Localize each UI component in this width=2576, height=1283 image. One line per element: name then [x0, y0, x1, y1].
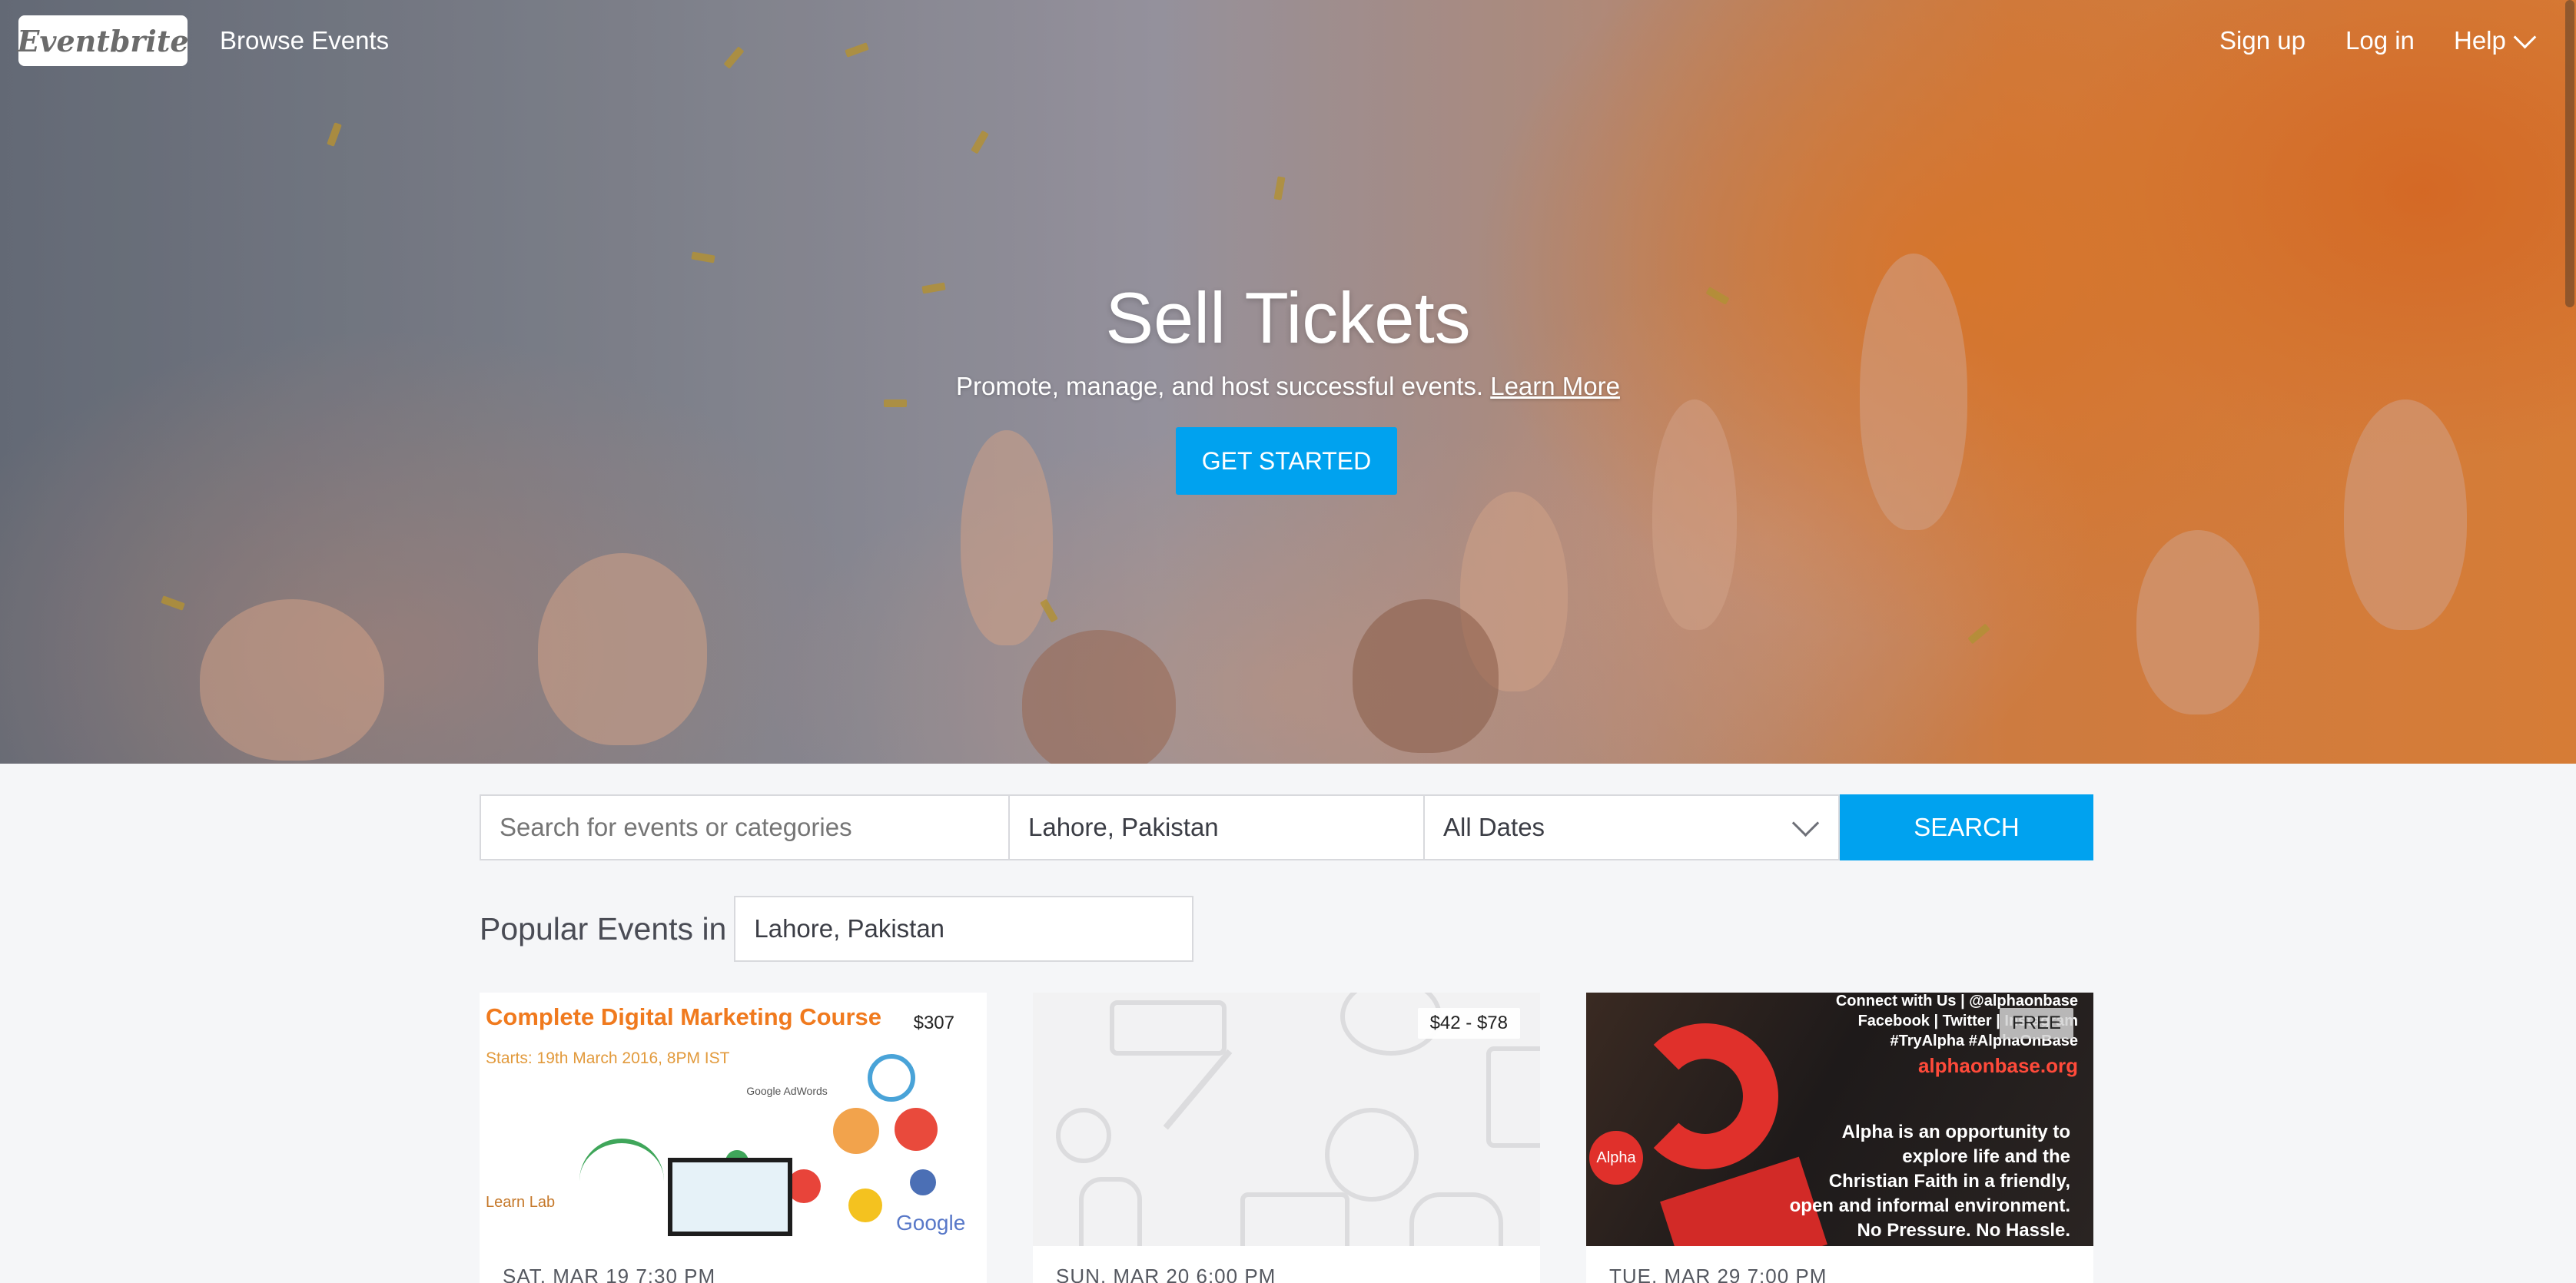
popular-events-header: Popular Events in Lahore, Pakistan [480, 896, 1194, 962]
price-badge: $307 [901, 1008, 967, 1039]
wifi-icon [579, 1139, 664, 1189]
google-logo: Google [896, 1211, 966, 1235]
event-search-bar: Lahore, Pakistan All Dates SEARCH [480, 794, 2093, 860]
event-image[interactable]: $42 - $78 [1033, 993, 1540, 1246]
event-image-text: Alpha is an opportunity to [1841, 1122, 2070, 1142]
popular-events-label: Popular Events in [480, 910, 727, 947]
event-date: SUN, MAR 20 6:00 PM [1056, 1265, 1276, 1283]
food-icon [1325, 1108, 1419, 1202]
browse-events-link[interactable]: Browse Events [220, 26, 389, 55]
robot-icon [1486, 1046, 1540, 1148]
learn-lab-logo: Learn Lab [486, 1194, 556, 1211]
event-image[interactable]: Complete Digital Marketing Course Starts… [480, 993, 987, 1246]
chevron-down-icon [2513, 25, 2537, 48]
android-icon [1079, 1177, 1142, 1246]
top-navigation: Eventbrite Browse Events Sign up Log in … [0, 0, 2576, 85]
location-field[interactable]: Lahore, Pakistan [1010, 794, 1425, 860]
event-image-text: No Pressure. No Hassle. [1857, 1220, 2070, 1241]
alpha-badge: Alpha [1589, 1131, 1643, 1185]
eventbrite-logo[interactable]: Eventbrite [17, 15, 189, 66]
learn-more-link[interactable]: Learn More [1490, 372, 1620, 400]
event-image-text: explore life and the [1902, 1146, 2070, 1167]
hero-subtitle-text: Promote, manage, and host successful eve… [956, 372, 1484, 400]
hero-banner: Sell Tickets Promote, manage, and host s… [0, 0, 2576, 764]
event-date: TUE, MAR 29 7:00 PM [1609, 1265, 1827, 1283]
google-adwords-logo: Google AdWords [746, 1085, 828, 1097]
help-label: Help [2454, 26, 2506, 55]
event-card[interactable]: Alpha Connect with Us | @alphaonbase Fac… [1586, 993, 2093, 1283]
dates-select-value: All Dates [1443, 813, 1545, 841]
event-image-title: Complete Digital Marketing Course [486, 1003, 882, 1030]
event-card[interactable]: $42 - $78 SUN, MAR 20 6:00 PM [1033, 993, 1540, 1283]
get-started-button[interactable]: GET STARTED [1176, 427, 1397, 495]
event-date: SAT, MAR 19 7:30 PM [503, 1265, 716, 1283]
graphic-dot [833, 1108, 879, 1154]
social-icon [910, 1169, 936, 1195]
event-card[interactable]: Complete Digital Marketing Course Starts… [480, 993, 987, 1283]
utensils-icon [1163, 1049, 1286, 1175]
dates-select[interactable]: All Dates [1425, 794, 1840, 860]
lightning-icon [848, 1189, 882, 1222]
shoe-icon [1409, 1192, 1503, 1246]
event-image-starts: Starts: 19th March 2016, 8PM IST [486, 1049, 730, 1067]
hero-subtitle: Promote, manage, and host successful eve… [0, 372, 2576, 401]
monitor-icon [668, 1158, 792, 1236]
search-input[interactable] [480, 794, 1010, 860]
pinterest-icon [895, 1108, 938, 1151]
popular-location-field[interactable]: Lahore, Pakistan [734, 896, 1194, 962]
alpha-question-mark [1632, 1023, 1778, 1169]
event-image[interactable]: Alpha Connect with Us | @alphaonbase Fac… [1586, 993, 2093, 1246]
price-badge: $42 - $78 [1417, 1008, 1520, 1039]
gear-icon [868, 1054, 915, 1102]
signup-link[interactable]: Sign up [2219, 26, 2305, 55]
search-button[interactable]: SEARCH [1840, 794, 2093, 860]
event-image-site: alphaonbase.org [1917, 1054, 2078, 1077]
login-link[interactable]: Log in [2345, 26, 2415, 55]
price-badge: FREE [1999, 1008, 2073, 1039]
chevron-down-icon [1791, 809, 1820, 837]
runner-icon [1056, 1108, 1111, 1163]
event-image-text: open and informal environment. [1789, 1195, 2070, 1216]
hero-title: Sell Tickets [1105, 277, 1471, 358]
help-menu[interactable]: Help [2454, 25, 2537, 55]
piano-icon [1240, 1192, 1349, 1246]
event-image-text: Christian Faith in a friendly, [1828, 1171, 2070, 1192]
bus-icon [1110, 1000, 1227, 1056]
